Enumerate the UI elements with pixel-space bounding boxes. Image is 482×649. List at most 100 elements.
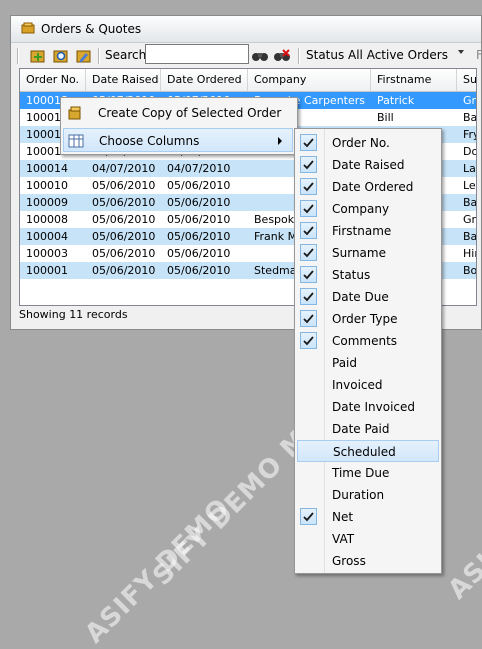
edit-order-icon[interactable] xyxy=(74,46,94,66)
column-option-label: Order Type xyxy=(332,312,398,326)
view-order-icon[interactable] xyxy=(51,46,71,66)
table-cell-sur: Lec xyxy=(463,179,476,192)
checkmark-icon xyxy=(300,244,317,261)
table-cell-raised: 05/06/2010 xyxy=(92,230,156,243)
column-option[interactable]: VAT xyxy=(297,528,439,550)
checkmark-icon xyxy=(300,310,317,327)
table-cell-first: Patrick xyxy=(377,94,415,107)
toolbar-separator xyxy=(17,48,19,64)
demo-watermark-3: ASIFY xyxy=(442,520,482,606)
new-order-icon[interactable] xyxy=(28,46,48,66)
column-option[interactable]: Date Raised xyxy=(297,154,439,176)
column-option[interactable]: Date Paid xyxy=(297,418,439,440)
column-header-firstname[interactable]: Firstname xyxy=(371,69,457,91)
table-cell-order: 100001 xyxy=(26,264,68,277)
table-cell-order: 100008 xyxy=(26,213,68,226)
clear-search-icon[interactable] xyxy=(272,46,292,66)
table-cell-order: 100004 xyxy=(26,230,68,243)
search-label: Search xyxy=(105,48,147,62)
column-option[interactable]: Paid xyxy=(297,352,439,374)
checkmark-icon xyxy=(300,266,317,283)
column-option-label: Invoiced xyxy=(332,378,383,392)
column-option-label: Comments xyxy=(332,334,398,348)
column-option-label: VAT xyxy=(332,532,355,546)
toolbar-separator xyxy=(98,48,100,64)
binoculars-icon[interactable] xyxy=(250,46,270,66)
column-option[interactable]: Comments xyxy=(297,330,439,352)
column-option-label: Date Ordered xyxy=(332,180,414,194)
column-option[interactable]: Firstname xyxy=(297,220,439,242)
status-dropdown[interactable]: All Active Orders xyxy=(344,44,470,64)
table-cell-order: 100003 xyxy=(26,247,68,260)
column-option[interactable]: Order No. xyxy=(297,132,439,154)
column-header-date-raised[interactable]: Date Raised xyxy=(86,69,161,91)
column-option-label: Duration xyxy=(332,488,385,502)
column-option[interactable]: Time Due xyxy=(297,462,439,484)
checkmark-icon xyxy=(300,134,317,151)
menu-item-create-copy[interactable]: Create Copy of Selected Order xyxy=(63,101,293,125)
menu-item-choose-columns[interactable]: Choose Columns xyxy=(63,128,293,152)
table-cell-sur: Bal xyxy=(463,196,477,209)
chevron-down-icon xyxy=(458,50,464,54)
table-cell-ordered: 05/06/2010 xyxy=(167,247,231,260)
column-option[interactable]: Invoiced xyxy=(297,374,439,396)
column-option[interactable]: Date Ordered xyxy=(297,176,439,198)
status-value: All Active Orders xyxy=(348,48,448,62)
table-cell-sur: Ba xyxy=(463,230,477,243)
status-bar-text: Showing 11 records xyxy=(19,308,128,321)
table-cell-sur: Bal xyxy=(463,111,477,124)
table-cell-ordered: 05/06/2010 xyxy=(167,213,231,226)
column-option[interactable]: Net xyxy=(297,506,439,528)
column-option-label: Company xyxy=(332,202,390,216)
column-option[interactable]: Date Invoiced xyxy=(297,396,439,418)
table-cell-sur: Do xyxy=(463,145,477,158)
table-cell-raised: 05/06/2010 xyxy=(92,264,156,277)
column-option[interactable]: Status xyxy=(297,264,439,286)
column-option[interactable]: Company xyxy=(297,198,439,220)
column-option-label: Order No. xyxy=(332,136,390,150)
column-header-surname[interactable]: Sur xyxy=(457,69,476,91)
column-option[interactable]: Surname xyxy=(297,242,439,264)
column-option[interactable]: Date Due xyxy=(297,286,439,308)
column-header-company[interactable]: Company xyxy=(248,69,371,91)
table-cell-raised: 04/07/2010 xyxy=(92,162,156,175)
table-cell-ordered: 05/06/2010 xyxy=(167,264,231,277)
columns-submenu: Order No. Date Raised Date Ordered Company F… xyxy=(294,128,442,574)
grid-header: Order No. Date Raised Date Ordered Compa… xyxy=(20,69,476,92)
table-cell-ordered: 05/06/2010 xyxy=(167,196,231,209)
table-cell-order: 100014 xyxy=(26,162,68,175)
toolbar-separator xyxy=(298,48,300,64)
table-cell-ordered: 05/06/2010 xyxy=(167,179,231,192)
table-cell-order: 100009 xyxy=(26,196,68,209)
app-icon xyxy=(21,22,35,34)
column-header-date-ordered[interactable]: Date Ordered xyxy=(161,69,248,91)
checkmark-icon xyxy=(300,288,317,305)
checkmark-icon xyxy=(300,222,317,239)
column-option-label: Date Due xyxy=(332,290,389,304)
toolbar-trailing-text: F xyxy=(476,48,482,62)
column-option[interactable]: Order Type xyxy=(297,308,439,330)
column-option[interactable]: Scheduled xyxy=(297,440,439,462)
table-cell-sur: Lar xyxy=(463,162,476,175)
submenu-arrow-icon xyxy=(278,137,282,145)
search-input[interactable] xyxy=(145,44,249,64)
context-menu: Create Copy of Selected Order Choose Col… xyxy=(60,97,298,155)
table-cell-first: Bill xyxy=(377,111,394,124)
column-option[interactable]: Gross xyxy=(297,550,439,572)
table-cell-raised: 05/06/2010 xyxy=(92,179,156,192)
column-option-label: Paid xyxy=(332,356,358,370)
column-header-order-no[interactable]: Order No. xyxy=(20,69,86,91)
column-option[interactable]: Duration xyxy=(297,484,439,506)
checkmark-icon xyxy=(300,508,317,525)
table-cell-sur: Bo xyxy=(463,264,477,277)
menu-item-label: Create Copy of Selected Order xyxy=(98,106,282,120)
checkmark-icon xyxy=(300,200,317,217)
table-cell-sur: Gri xyxy=(463,213,477,226)
columns-icon xyxy=(68,133,84,149)
table-cell-order: 100010 xyxy=(26,179,68,192)
table-cell-raised: 05/06/2010 xyxy=(92,247,156,260)
demo-watermark-2: ASIFY DEMO xyxy=(79,492,237,649)
status-label: Status xyxy=(306,48,345,62)
column-option-label: Date Paid xyxy=(332,422,390,436)
column-option-label: Net xyxy=(332,510,354,524)
